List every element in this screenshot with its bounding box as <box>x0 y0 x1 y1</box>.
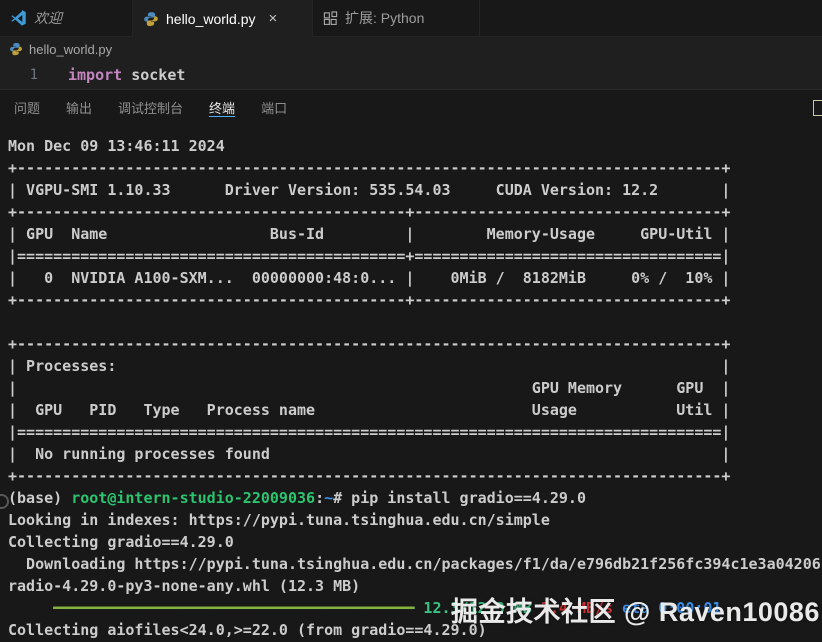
code-text: import socket <box>68 66 185 84</box>
breadcrumb-file: hello_world.py <box>29 41 113 57</box>
tab-label: hello_world.py <box>166 10 256 27</box>
python-icon <box>143 11 159 27</box>
terminal-line: | Processes: | <box>8 357 731 375</box>
terminal-line: | VGPU-SMI 1.10.33 Driver Version: 535.5… <box>8 181 731 199</box>
terminal-line: (base) root@intern-studio-22009036:~# pi… <box>8 489 586 507</box>
terminal-line: +---------------------------------------… <box>8 291 731 309</box>
terminal-line: | No running processes found | <box>8 445 731 463</box>
tab-label: 扩展: Python <box>345 10 425 26</box>
python-icon <box>9 42 23 56</box>
breadcrumb[interactable]: hello_world.py <box>0 37 822 61</box>
terminal-line: |=======================================… <box>8 247 731 265</box>
panel-tab-bar: 问题 输出 调试控制台 终端 端口 <box>0 89 822 125</box>
line-number: 1 <box>29 67 38 83</box>
watermark: 掘金技术社区 @ Raven10086 <box>451 597 820 627</box>
vscode-logo-icon <box>10 9 27 27</box>
terminal-line: | GPU Memory GPU | <box>8 379 731 397</box>
terminal-line: | GPU Name Bus-Id | Memory-Usage GPU-Uti… <box>8 225 731 243</box>
tab-bar: 欢迎 hello_world.py × 扩展: Python <box>0 0 822 37</box>
terminal-output[interactable]: Mon Dec 09 13:46:11 2024 +---------------… <box>0 125 822 642</box>
terminal-line: +---------------------------------------… <box>8 335 731 353</box>
extensions-icon <box>323 10 338 26</box>
tab-bar-empty-space <box>480 0 822 37</box>
panel-tab-output[interactable]: 输出 <box>66 90 92 125</box>
terminal-line: | 0 NVIDIA A100-SXM... 00000000:48:0... … <box>8 269 731 287</box>
terminal-line: Downloading https://pypi.tuna.tsinghua.e… <box>8 555 821 573</box>
tab-extensions-python[interactable]: 扩展: Python <box>313 0 480 37</box>
tab-hello-world-py[interactable]: hello_world.py × <box>133 0 313 37</box>
terminal-line: Collecting gradio==4.29.0 <box>8 533 234 551</box>
terminal-line: Mon Dec 09 13:46:11 2024 <box>8 137 225 155</box>
panel-tab-ports[interactable]: 端口 <box>261 90 287 125</box>
panel-tab-terminal[interactable]: 终端 <box>209 90 236 125</box>
editor-code-line[interactable]: 1 import socket <box>0 61 822 89</box>
keyword-import: import <box>68 66 123 84</box>
tab-label: 欢迎 <box>34 10 62 26</box>
panel-tab-problems[interactable]: 问题 <box>14 90 40 125</box>
new-terminal-icon[interactable] <box>813 100 822 116</box>
code-rest: socket <box>122 66 186 84</box>
terminal-line: +---------------------------------------… <box>8 467 731 485</box>
panel-tab-debug-console[interactable]: 调试控制台 <box>118 90 183 125</box>
close-icon[interactable]: × <box>269 11 278 26</box>
terminal-line: Looking in indexes: https://pypi.tuna.ts… <box>8 511 550 529</box>
terminal-line: +---------------------------------------… <box>8 203 731 221</box>
terminal-line: +---------------------------------------… <box>8 159 731 177</box>
terminal-line: | GPU PID Type Process name Usage Util | <box>8 401 731 419</box>
terminal-line: |=======================================… <box>8 423 731 441</box>
tab-welcome[interactable]: 欢迎 <box>0 0 133 37</box>
